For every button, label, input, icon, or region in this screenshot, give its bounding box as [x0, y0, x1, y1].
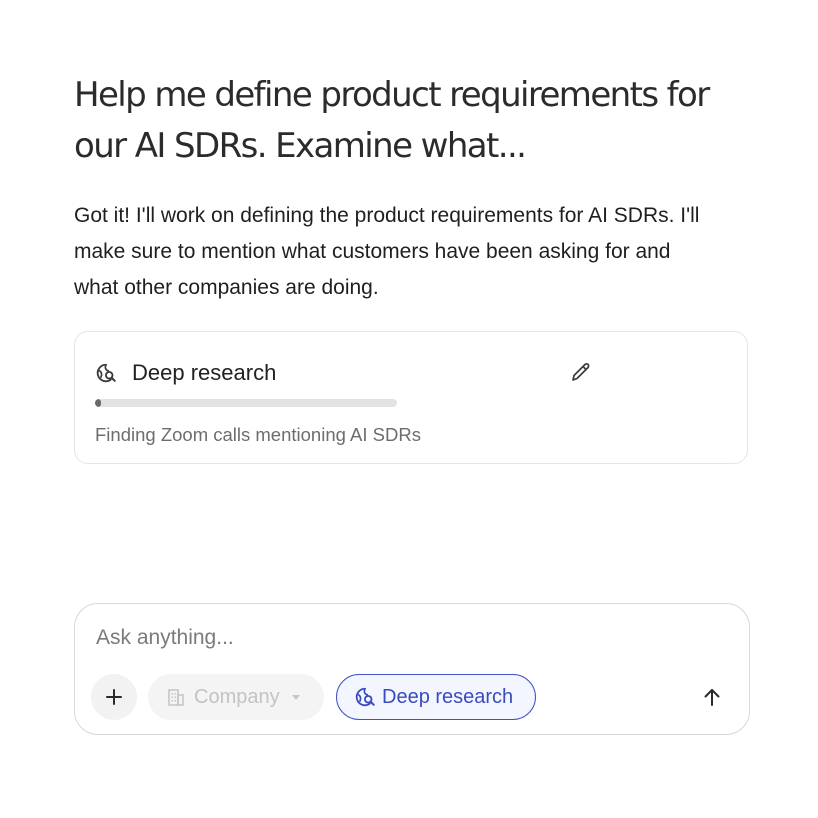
research-progress-bar [95, 399, 397, 407]
add-attachment-button[interactable] [91, 674, 137, 720]
user-prompt: Help me define product requirements for … [74, 75, 710, 166]
message-input[interactable] [96, 622, 696, 654]
deep-research-card: Deep research Finding Zoom calls mention… [74, 331, 748, 464]
message-composer: Company Deep research [74, 603, 750, 735]
assistant-reply: Got it! I'll work on defining the produc… [74, 204, 700, 299]
deep-research-toggle[interactable]: Deep research [336, 674, 536, 720]
deep-research-icon [96, 363, 116, 383]
building-icon [168, 689, 184, 706]
plus-icon [106, 689, 122, 705]
research-progress-fill [95, 399, 102, 407]
deep-research-toggle-label: Deep research [382, 685, 514, 708]
send-button[interactable] [695, 680, 729, 714]
pencil-icon[interactable] [569, 360, 593, 384]
caret-down-icon [291, 695, 300, 700]
arrow-up-icon [704, 689, 720, 706]
company-selector[interactable]: Company [148, 674, 324, 720]
card-title: Deep research [132, 360, 277, 385]
company-selector-label: Company [194, 685, 280, 708]
research-status: Finding Zoom calls mentioning AI SDRs [95, 424, 421, 445]
deep-research-icon [355, 687, 375, 707]
